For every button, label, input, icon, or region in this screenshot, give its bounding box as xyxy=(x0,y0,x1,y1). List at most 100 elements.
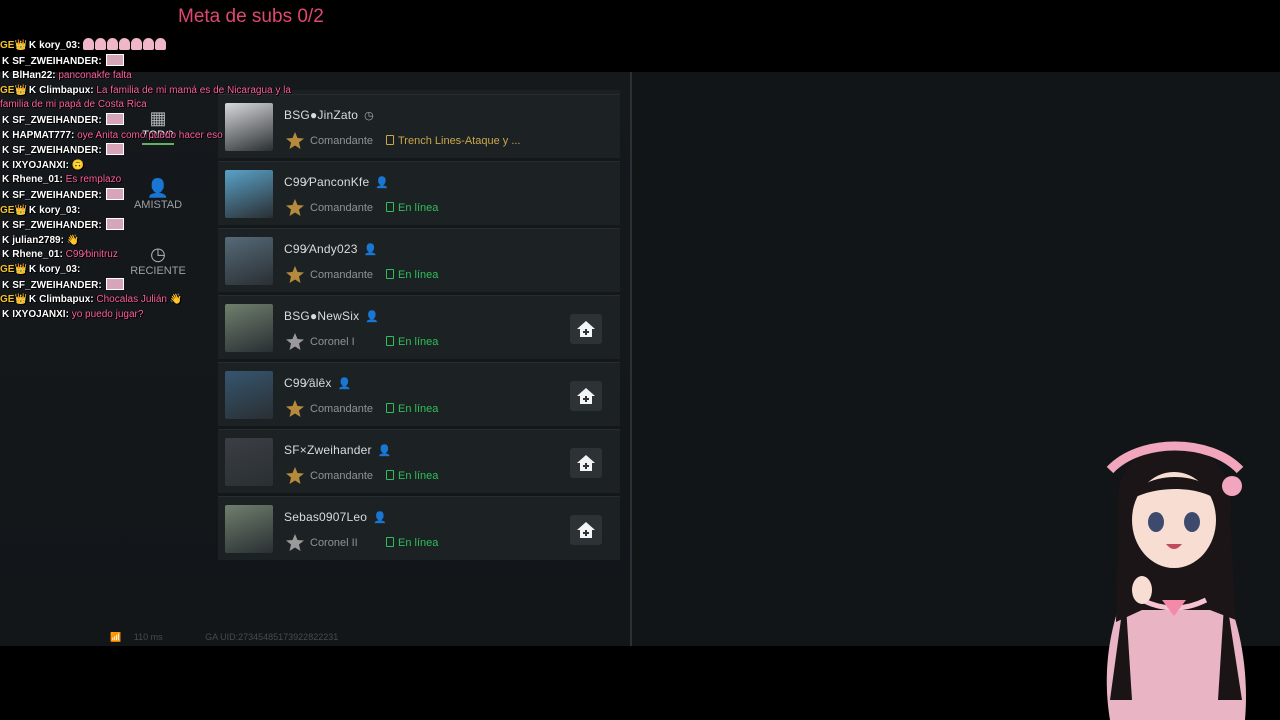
join-game-button[interactable] xyxy=(570,515,602,545)
friend-name: C99⁄âlêx 👤 xyxy=(284,376,352,390)
badge-icons: GE👑 xyxy=(0,40,27,51)
chat-text: oye Anita como puedo hacer eso xyxy=(77,129,223,141)
ghost-emote-icon xyxy=(107,38,119,50)
chat-username: Climbapux xyxy=(39,84,91,96)
chat-username: Rhene_01 xyxy=(12,249,60,261)
friend-name: Sebas0907Leo 👤 xyxy=(284,510,388,524)
chat-message: K SF_ZWEIHANDER: xyxy=(0,187,380,204)
chat-username: Rhene_01 xyxy=(12,174,60,186)
ghost-emote-icon xyxy=(83,38,95,50)
chat-message: K IXYOJANXI: 🙃 xyxy=(2,159,85,171)
device-icon xyxy=(386,336,394,346)
chat-message: K SF_ZWEIHANDER: xyxy=(0,218,380,234)
chat-username: julian2789 xyxy=(12,234,61,246)
device-icon xyxy=(386,537,394,547)
k-badge-icon: K xyxy=(28,84,37,96)
chat-username: kory_03 xyxy=(39,40,77,51)
chat-username: kory_03 xyxy=(39,204,77,216)
chat-message: GE👑 Kkory_03: xyxy=(0,263,81,275)
k-badge-icon: K xyxy=(2,220,10,232)
emote-icon xyxy=(106,277,125,290)
chat-message: K Rhene_01: Es remplazo xyxy=(2,174,122,186)
device-icon xyxy=(386,135,394,145)
chat-text: familia de mi papá de Costa Rica xyxy=(0,99,147,111)
join-game-button[interactable] xyxy=(570,381,602,411)
chat-text: yo puedo jugar? xyxy=(71,308,144,320)
friend-status: En línea xyxy=(386,403,438,415)
k-badge-icon: K xyxy=(2,114,10,126)
emote-icon xyxy=(106,112,125,125)
friend-status: En línea xyxy=(386,202,438,214)
chat-message: K Rhene_01: C99⁄binitruz xyxy=(2,249,118,261)
k-badge-icon: K xyxy=(2,234,10,246)
house-join-icon xyxy=(577,522,595,538)
chat-username: SF_ZWEIHANDER xyxy=(12,220,99,232)
ghost-emote-icon xyxy=(143,38,155,50)
chat-text: panconakfe falta xyxy=(58,70,132,82)
device-icon xyxy=(386,269,394,279)
friend-name: SF×Zweihander 👤 xyxy=(284,443,392,457)
k-badge-icon: K xyxy=(28,204,37,216)
friend-status: En línea xyxy=(386,269,438,281)
uid-value: GA UID:27345485173922822231 xyxy=(205,632,339,642)
chat-message: K SF_ZWEIHANDER: xyxy=(0,143,380,159)
friend-rank: Coronel II xyxy=(310,537,358,549)
chat-message: K SF_ZWEIHANDER: xyxy=(0,53,380,70)
k-badge-icon: K xyxy=(28,294,37,306)
chat-text: La familia de mi mamá es de Nicaragua y … xyxy=(96,84,291,96)
rank-badge-icon xyxy=(286,534,304,551)
device-icon xyxy=(386,403,394,413)
k-badge-icon: K xyxy=(2,145,10,157)
emote-icon xyxy=(106,143,125,156)
friend-rank: Coronel I xyxy=(310,336,355,348)
k-badge-icon: K xyxy=(2,308,10,320)
chat-message: GE👑 K Climbapux: Chocalas Julián 👋 xyxy=(0,294,183,306)
chat-message: GE👑 Kkory_03: xyxy=(0,204,81,216)
rank-badge-icon xyxy=(286,467,304,484)
friend-row[interactable]: SF×Zweihander 👤 Comandante En línea xyxy=(218,429,620,493)
chat-message: K IXYOJANXI: yo puedo jugar? xyxy=(2,308,144,320)
k-badge-icon: K xyxy=(2,249,10,261)
friend-status: En línea xyxy=(386,336,438,348)
join-game-button[interactable] xyxy=(570,314,602,344)
emote-icon xyxy=(106,53,125,66)
k-badge-icon: K xyxy=(2,174,10,186)
ghost-emote-icon xyxy=(95,38,107,50)
friend-icon: 👤 xyxy=(337,378,352,390)
vtuber-avatar xyxy=(1106,441,1246,720)
chat-message: familia de mi papá de Costa Rica xyxy=(0,98,380,113)
device-icon xyxy=(386,202,394,212)
rank-badge-icon xyxy=(286,400,304,417)
chat-text: Es remplazo xyxy=(65,174,122,186)
house-join-icon xyxy=(577,388,595,404)
panel-divider xyxy=(630,72,632,646)
friend-avatar xyxy=(225,438,273,486)
chat-username: SF_ZWEIHANDER xyxy=(12,145,99,157)
ping-value: 110 ms xyxy=(133,632,163,642)
friend-row[interactable]: Sebas0907Leo 👤 Coronel II En línea xyxy=(218,496,620,560)
connection-info: 📶 110 ms GA UID:27345485173922822231 xyxy=(110,632,410,644)
join-game-button[interactable] xyxy=(570,448,602,478)
chat-username: SF_ZWEIHANDER xyxy=(12,114,99,126)
chat-text: 🙃 xyxy=(71,159,85,171)
chat-username: SF_ZWEIHANDER xyxy=(12,55,99,67)
chat-username: SF_ZWEIHANDER xyxy=(12,189,99,201)
chat-text: Chocalas Julián 👋 xyxy=(96,294,183,306)
friend-status: Trench Lines-Ataque y ... xyxy=(386,135,521,147)
chat-message: K SF_ZWEIHANDER: xyxy=(0,112,380,129)
chat-text: C99⁄binitruz xyxy=(65,249,118,261)
ghost-emote-icon xyxy=(131,38,143,50)
friend-row[interactable]: C99⁄âlêx 👤 Comandante En línea xyxy=(218,362,620,426)
chat-message: K BlHan22: panconakfe falta xyxy=(2,70,132,82)
k-badge-icon: K xyxy=(28,40,37,51)
chat-message: Kjulian2789: 👋 xyxy=(2,234,80,246)
chat-message: K SF_ZWEIHANDER: xyxy=(0,277,380,294)
chat-message: GE👑 K Climbapux: La familia de mi mamá es … xyxy=(0,84,291,96)
k-badge-icon: K xyxy=(2,159,10,171)
k-badge-icon: K xyxy=(2,70,10,82)
friend-rank: Comandante xyxy=(310,403,373,415)
k-badge-icon: K xyxy=(2,55,10,67)
sub-goal-text: Meta de subs 0/2 xyxy=(178,6,324,27)
friend-status: En línea xyxy=(386,470,438,482)
k-badge-icon: K xyxy=(28,263,37,275)
